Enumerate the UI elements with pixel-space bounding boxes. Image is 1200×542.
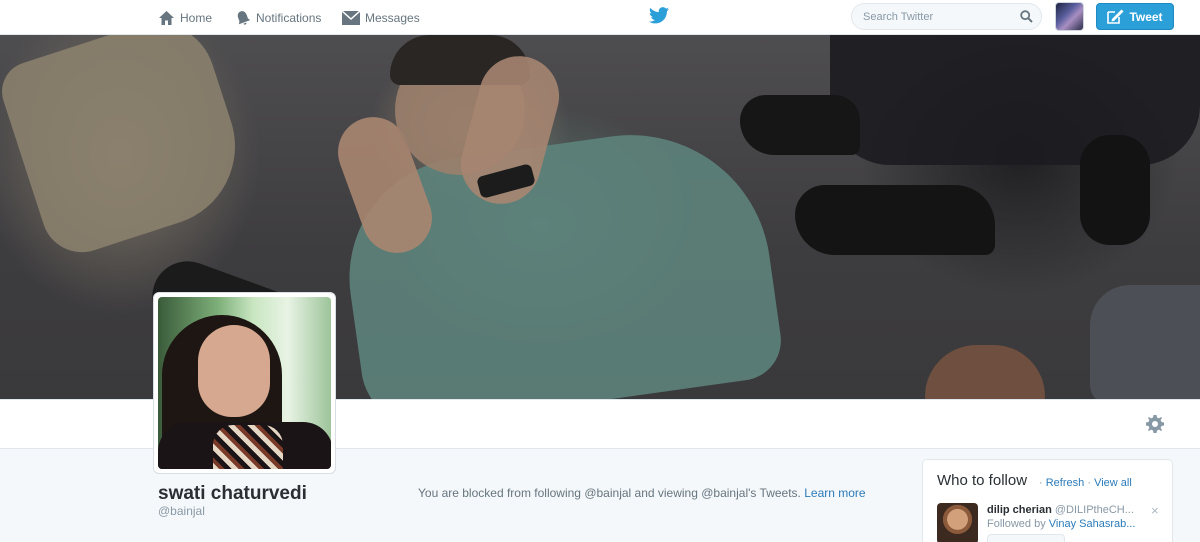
current-user-avatar[interactable] [1055, 2, 1084, 31]
separator: · [1087, 477, 1091, 489]
who-to-follow-module: Who to follow · Refresh · View all dilip… [922, 459, 1173, 542]
profile-name[interactable]: swati chaturvedi [158, 483, 307, 505]
dismiss-suggestion-button[interactable]: × [1151, 503, 1159, 518]
search-icon[interactable] [1020, 10, 1033, 23]
nav-messages-label: Messages [365, 10, 420, 25]
who-to-follow-links: · Refresh · View all [1039, 477, 1132, 489]
nav-notifications[interactable]: Notifications [235, 0, 321, 35]
nav-home-label: Home [180, 10, 213, 25]
profile-avatar[interactable] [153, 292, 336, 474]
followed-by-name[interactable]: Vinay Sahasrab... [1049, 518, 1136, 530]
nav-home[interactable]: Home [158, 0, 212, 35]
suggestion-name-line[interactable]: dilip cherian @DILIPtheCH... [987, 504, 1152, 516]
learn-more-link[interactable]: Learn more [804, 486, 865, 500]
search-box [851, 3, 1042, 30]
search-input[interactable] [852, 4, 1012, 29]
view-all-link[interactable]: View all [1094, 477, 1132, 489]
nav-notifications-label: Notifications [256, 10, 322, 25]
tweet-button[interactable]: Tweet [1096, 3, 1174, 30]
nav-messages[interactable]: Messages [342, 0, 420, 35]
refresh-link[interactable]: Refresh [1046, 477, 1085, 489]
profile-handle[interactable]: @bainjal [158, 504, 205, 518]
who-to-follow-title: Who to follow [937, 472, 1028, 489]
separator: · [1039, 477, 1043, 489]
suggestion-handle: @DILIPtheCH... [1054, 504, 1134, 516]
envelope-icon [342, 10, 360, 25]
tweet-button-label: Tweet [1129, 9, 1163, 24]
compose-icon [1107, 9, 1124, 24]
gear-icon[interactable] [1146, 415, 1164, 433]
twitter-bird-icon[interactable] [649, 7, 669, 24]
blocked-message: You are blocked from following @bainjal … [418, 486, 801, 500]
top-nav-bar: Home Notifications Messages Tweet [0, 0, 1200, 35]
follow-button[interactable] [987, 534, 1065, 542]
suggestion-name: dilip cherian [987, 504, 1052, 516]
suggestion-avatar[interactable] [937, 503, 978, 542]
followed-by-label: Followed by [987, 518, 1046, 530]
suggestion-followed-by: Followed by Vinay Sahasrab... [987, 518, 1152, 530]
home-icon [159, 10, 174, 25]
bell-icon [237, 10, 251, 25]
blocked-notice: You are blocked from following @bainjal … [418, 486, 866, 500]
